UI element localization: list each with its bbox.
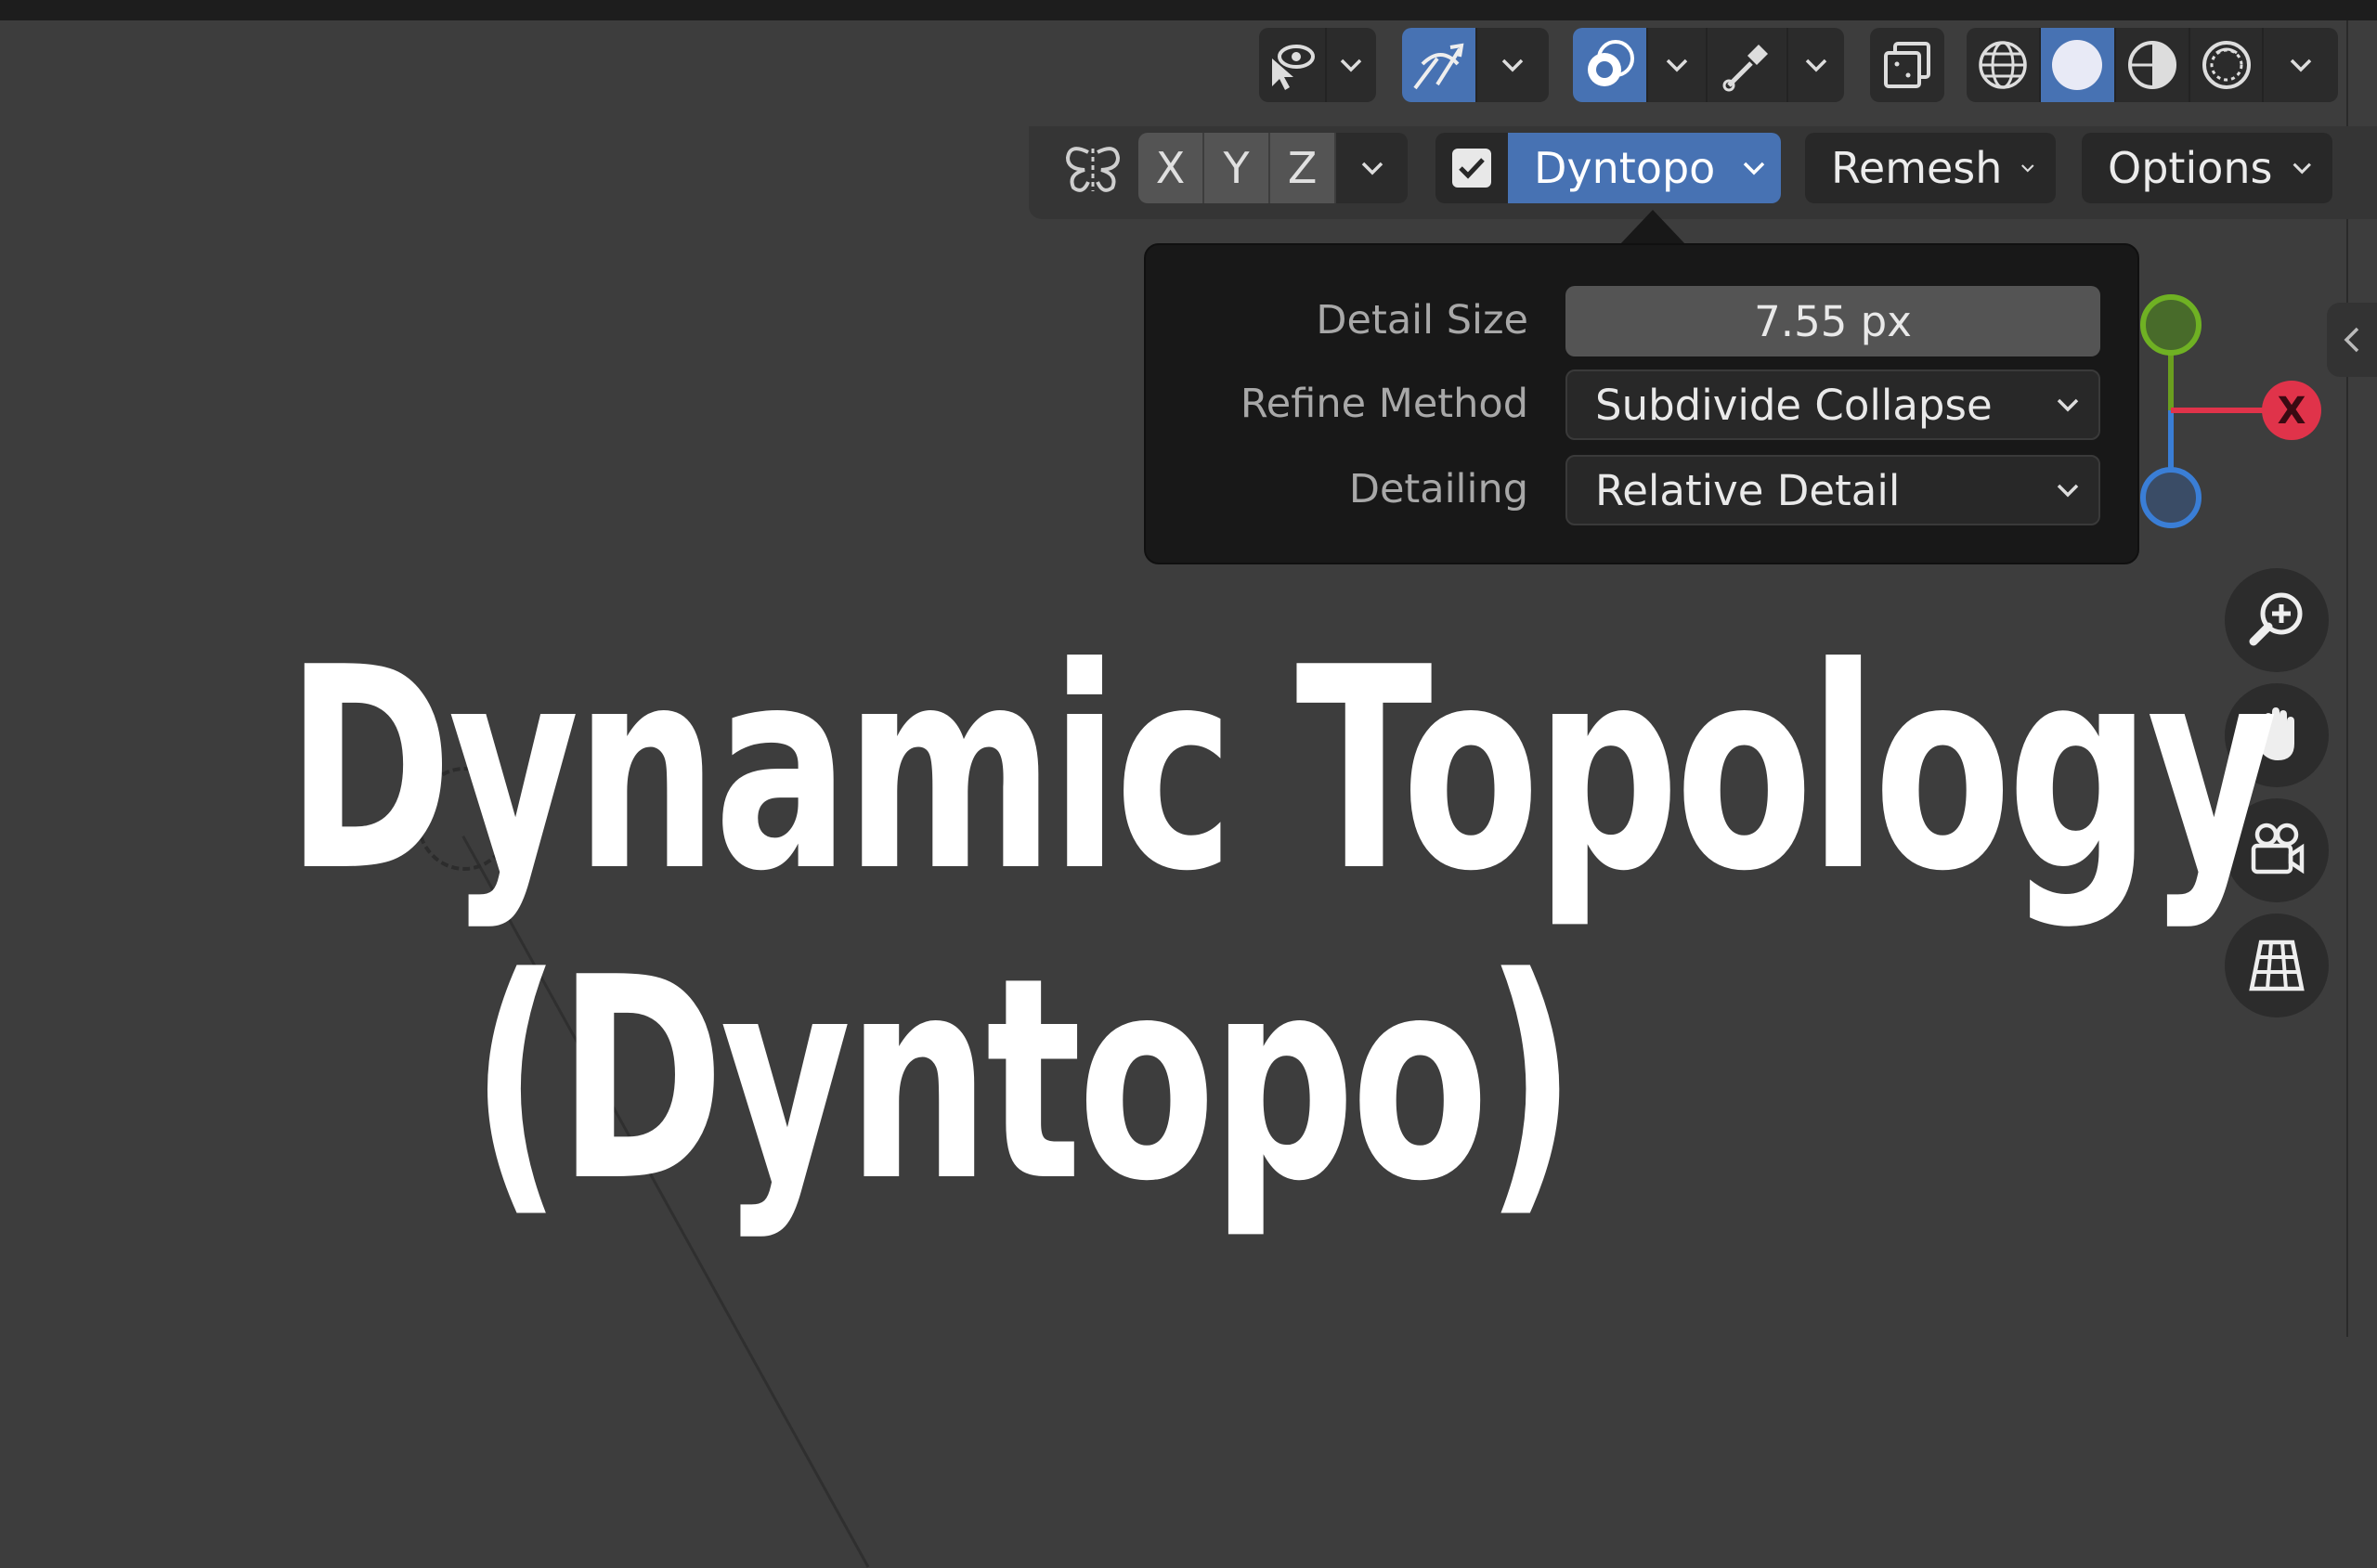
eyedropper-icon[interactable] — [1706, 28, 1786, 102]
refine-method-value: Subdivide Collapse — [1595, 380, 1993, 430]
rendered-sphere-icon[interactable] — [2188, 28, 2263, 102]
selectability-visibility-group[interactable] — [1259, 28, 1376, 102]
symmetry-y-toggle[interactable]: Y — [1202, 133, 1269, 203]
detail-size-row: Detail Size 7.55 px — [1146, 282, 2141, 358]
material-sphere-icon[interactable] — [2114, 28, 2189, 102]
symmetry-x-toggle[interactable]: X — [1138, 133, 1203, 203]
detailing-value: Relative Detail — [1595, 465, 1901, 515]
gizmo-y-handle[interactable] — [2140, 294, 2202, 356]
solid-sphere-icon[interactable] — [2038, 28, 2115, 102]
dyntopo-checkbox[interactable] — [1435, 133, 1508, 203]
symmetry-z-toggle[interactable]: Z — [1268, 133, 1335, 203]
detailing-row: Detailing Relative Detail — [1146, 451, 2141, 527]
overlay-circles-icon[interactable] — [1573, 28, 1647, 102]
remesh-label: Remesh — [1831, 143, 2003, 193]
chevron-down-icon — [2057, 484, 2079, 498]
wireframe-sphere-icon[interactable] — [1967, 28, 2039, 102]
gizmo-arrows-icon[interactable] — [1402, 28, 1475, 102]
xray-icon[interactable] — [1870, 28, 1944, 102]
sidebar-toggle[interactable] — [2327, 303, 2377, 377]
chevron-left-icon — [2344, 327, 2359, 353]
window-top-bar — [0, 0, 2377, 20]
dyntopo-popover: Detail Size 7.55 px Refine Method Subdiv… — [1144, 243, 2139, 564]
chevron-down-icon[interactable] — [1646, 28, 1706, 102]
chevron-down-icon[interactable] — [2262, 28, 2338, 102]
butterfly-mirror-icon — [1062, 139, 1124, 201]
thumbnail-title: Dynamic Topology (Dyntopo) — [0, 608, 2278, 1242]
chevron-down-icon — [2021, 164, 2034, 173]
options-label: Options — [2108, 143, 2273, 193]
shading-modes-group[interactable] — [1967, 28, 2338, 102]
chevron-down-icon[interactable] — [1324, 28, 1376, 102]
chevron-down-icon[interactable] — [1334, 133, 1408, 203]
navigation-gizmo[interactable]: X — [2126, 279, 2349, 538]
refine-method-row: Refine Method Subdivide Collapse — [1146, 366, 2141, 442]
symmetry-axes-group[interactable]: X Y Z — [1138, 133, 1408, 203]
title-line-2: (Dyntopo) — [470, 918, 1576, 1242]
overlays-group[interactable] — [1573, 28, 1844, 102]
chevron-down-icon[interactable] — [1474, 28, 1549, 102]
options-popover-button[interactable]: Options — [2082, 133, 2332, 203]
chevron-down-icon — [2293, 162, 2311, 175]
detail-size-label: Detail Size — [1316, 297, 1528, 343]
detailing-label: Detailing — [1348, 466, 1528, 512]
dyntopo-popover-button[interactable]: Dyntopo — [1508, 133, 1781, 203]
chevron-down-icon — [2057, 398, 2079, 412]
gizmo-x-label: X — [2278, 390, 2306, 433]
chevron-down-icon[interactable] — [1786, 28, 1844, 102]
remesh-popover-button[interactable]: Remesh — [1805, 133, 2056, 203]
gizmo-toggle-group[interactable] — [1402, 28, 1549, 102]
detail-size-field[interactable]: 7.55 px — [1565, 286, 2100, 356]
popover-pointer — [1619, 210, 1686, 245]
xray-toggle[interactable] — [1870, 28, 1944, 102]
refine-method-label: Refine Method — [1240, 381, 1528, 427]
chevron-down-icon — [1743, 162, 1765, 175]
detailing-dropdown[interactable]: Relative Detail — [1565, 455, 2100, 525]
dyntopo-group[interactable]: Dyntopo — [1435, 133, 1781, 203]
gizmo-z-handle[interactable] — [2140, 467, 2202, 528]
eye-cursor-icon[interactable] — [1259, 28, 1325, 102]
dyntopo-label: Dyntopo — [1534, 143, 1716, 193]
title-line-1: Dynamic Topology — [285, 608, 2278, 932]
refine-method-dropdown[interactable]: Subdivide Collapse — [1565, 369, 2100, 440]
